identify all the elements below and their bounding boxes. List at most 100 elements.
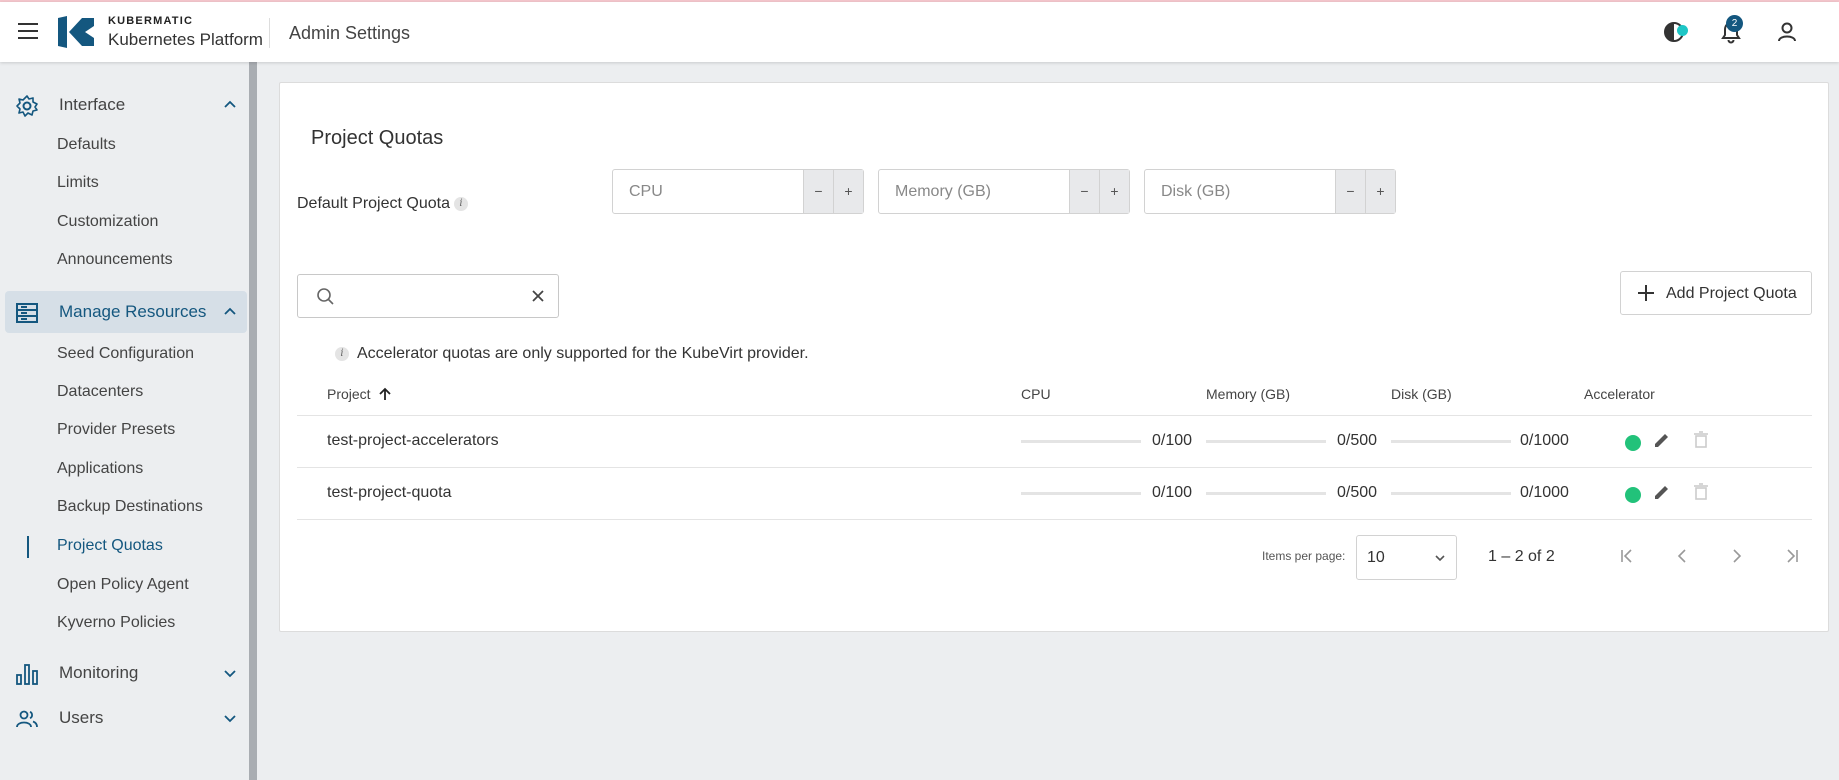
sidebar-item-provider-presets[interactable]: Provider Presets — [57, 421, 175, 439]
sidebar-item-defaults[interactable]: Defaults — [57, 136, 116, 154]
cpu-usage-bar — [1021, 440, 1141, 443]
sidebar-item-limits[interactable]: Limits — [57, 174, 99, 192]
card-title: Project Quotas — [311, 127, 444, 149]
delete-icon[interactable] — [1691, 482, 1711, 502]
chevron-up-icon — [224, 307, 236, 315]
account-icon[interactable] — [1774, 19, 1800, 45]
plus-icon — [1638, 285, 1654, 301]
column-header-cpu[interactable]: CPU — [1021, 386, 1051, 402]
selected-indicator — [27, 536, 29, 558]
items-per-page-label: Items per page: — [1262, 549, 1346, 563]
sidebar: Interface Defaults Limits Customization … — [0, 62, 249, 780]
status-indicator — [1677, 25, 1688, 36]
chevron-down-icon — [1435, 555, 1445, 562]
sidebar-group-manage-resources[interactable]: Manage Resources — [5, 291, 247, 333]
default-memory-quota-field: − + — [878, 169, 1130, 214]
column-header-accelerator[interactable]: Accelerator — [1584, 386, 1655, 402]
default-quota-label: Default Project Quota i — [297, 195, 468, 213]
memory-input[interactable] — [879, 170, 1069, 213]
column-header-memory[interactable]: Memory (GB) — [1206, 386, 1290, 402]
app-header: KUBERMATIC Kubernetes Platform Admin Set… — [0, 2, 1839, 62]
delete-icon[interactable] — [1691, 430, 1711, 450]
sidebar-item-datacenters[interactable]: Datacenters — [57, 383, 143, 401]
default-cpu-quota-field: − + — [612, 169, 864, 214]
cpu-decrement-button[interactable]: − — [803, 170, 833, 213]
memory-usage-bar — [1206, 492, 1326, 495]
memory-usage-bar — [1206, 440, 1326, 443]
bar-chart-icon — [16, 664, 38, 685]
sidebar-item-customization[interactable]: Customization — [57, 213, 158, 231]
memory-usage-text: 0/500 — [1337, 484, 1378, 501]
accelerator-status-dot — [1625, 487, 1641, 503]
cpu-input[interactable] — [613, 170, 803, 213]
page-size-select[interactable]: 10 — [1356, 535, 1457, 580]
disk-usage-text: 0/1000 — [1520, 432, 1569, 449]
brand-product: Kubernetes Platform — [108, 30, 263, 49]
table-header-divider — [297, 415, 1812, 416]
search-input[interactable] — [342, 275, 522, 317]
row-divider — [297, 467, 1812, 468]
close-icon[interactable] — [528, 286, 548, 306]
accelerator-status-dot — [1625, 435, 1641, 451]
gear-icon — [16, 95, 38, 117]
brand-name: KUBERMATIC — [108, 15, 194, 27]
default-quota-label-text: Default Project Quota — [297, 195, 450, 212]
first-page-icon[interactable] — [1615, 544, 1639, 568]
resources-icon — [16, 303, 38, 323]
search-field — [297, 274, 559, 318]
disk-usage-text: 0/1000 — [1520, 484, 1569, 501]
info-icon: i — [335, 346, 349, 361]
disk-increment-button[interactable]: + — [1365, 170, 1395, 213]
sidebar-group-users[interactable]: Users — [5, 697, 247, 739]
disk-input[interactable] — [1145, 170, 1335, 213]
edit-icon[interactable] — [1652, 430, 1672, 450]
column-header-label: Project — [327, 386, 371, 402]
sort-ascending-icon — [379, 387, 392, 400]
chevron-down-icon — [224, 715, 236, 723]
sidebar-item-kyverno-policies[interactable]: Kyverno Policies — [57, 614, 175, 632]
sidebar-item-open-policy-agent[interactable]: Open Policy Agent — [57, 576, 189, 594]
memory-increment-button[interactable]: + — [1099, 170, 1129, 213]
column-header-project[interactable]: Project — [327, 386, 392, 402]
search-icon — [317, 288, 334, 305]
pagination-range: 1 – 2 of 2 — [1488, 548, 1555, 565]
add-button-label: Add Project Quota — [1666, 285, 1797, 302]
page-title: Admin Settings — [289, 23, 411, 43]
memory-usage-text: 0/500 — [1337, 432, 1378, 449]
sidebar-group-label: Users — [59, 708, 104, 727]
chevron-down-icon — [224, 670, 236, 678]
last-page-icon[interactable] — [1780, 544, 1804, 568]
disk-usage-bar — [1391, 440, 1511, 443]
next-page-icon[interactable] — [1725, 544, 1749, 568]
previous-page-icon[interactable] — [1670, 544, 1694, 568]
memory-decrement-button[interactable]: − — [1069, 170, 1099, 213]
menu-icon[interactable] — [18, 23, 38, 39]
page-size-value: 10 — [1367, 549, 1385, 566]
header-divider — [269, 18, 270, 48]
add-project-quota-button[interactable]: Add Project Quota — [1620, 271, 1812, 315]
disk-usage-bar — [1391, 492, 1511, 495]
default-disk-quota-field: − + — [1144, 169, 1396, 214]
sidebar-group-label: Manage Resources — [59, 302, 207, 321]
info-icon[interactable]: i — [453, 196, 468, 211]
sidebar-resize-handle[interactable] — [249, 62, 257, 780]
cpu-increment-button[interactable]: + — [833, 170, 863, 213]
disk-decrement-button[interactable]: − — [1335, 170, 1365, 213]
sidebar-group-interface[interactable]: Interface — [5, 84, 247, 126]
sidebar-item-seed-configuration[interactable]: Seed Configuration — [57, 345, 194, 363]
sidebar-item-backup-destinations[interactable]: Backup Destinations — [57, 498, 203, 516]
kubermatic-logo[interactable] — [58, 16, 96, 48]
sidebar-group-monitoring[interactable]: Monitoring — [5, 652, 247, 694]
cpu-usage-text: 0/100 — [1152, 432, 1193, 449]
row-divider — [297, 519, 1812, 520]
users-icon — [16, 710, 38, 728]
sidebar-item-applications[interactable]: Applications — [57, 460, 143, 478]
edit-icon[interactable] — [1652, 482, 1672, 502]
sidebar-item-project-quotas[interactable]: Project Quotas — [57, 537, 163, 555]
sidebar-group-label: Interface — [59, 95, 126, 114]
chevron-up-icon — [224, 100, 236, 108]
accelerator-note: i Accelerator quotas are only supported f… — [335, 345, 809, 363]
accelerator-note-text: Accelerator quotas are only supported fo… — [357, 345, 809, 362]
column-header-disk[interactable]: Disk (GB) — [1391, 386, 1452, 402]
sidebar-item-announcements[interactable]: Announcements — [57, 251, 173, 269]
